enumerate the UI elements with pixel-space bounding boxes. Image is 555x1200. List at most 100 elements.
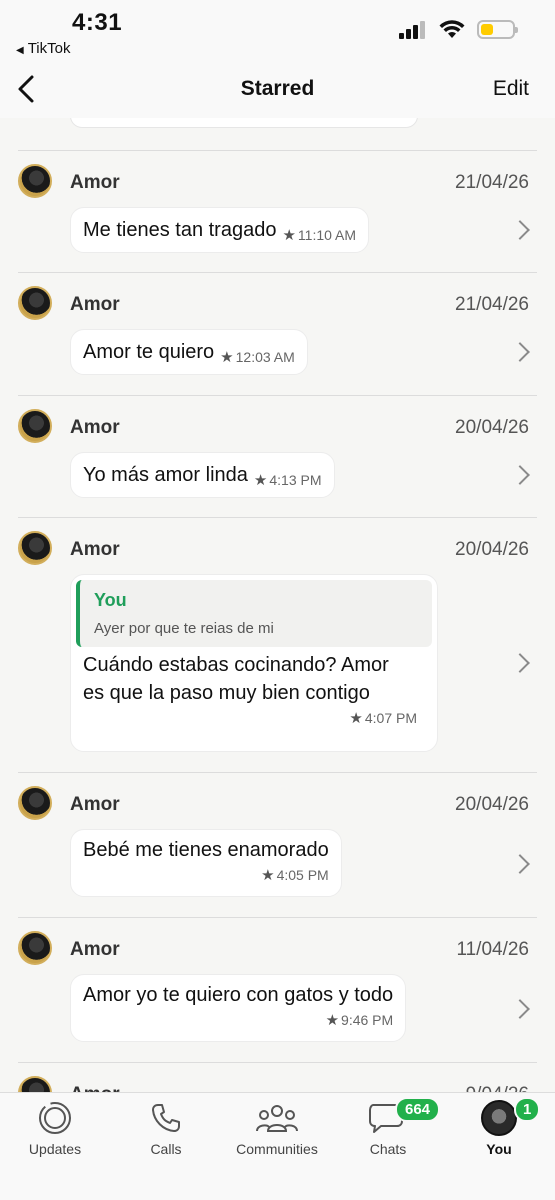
star-icon: ★ xyxy=(349,710,363,727)
message-time: 4:07 PM xyxy=(364,710,417,726)
message-text-line-2: es que la paso muy bien contigo xyxy=(83,682,370,704)
message-bubble[interactable]: Amor te quiero ★ 12:03 AM xyxy=(70,329,308,375)
starred-message-row[interactable]: Amor 21/04/26 Me tienes tan tragado ★ 11:… xyxy=(0,150,555,272)
starred-message-row[interactable]: Amor 20/04/26 Yo más amor linda ★ 4:13 PM xyxy=(0,395,555,517)
page-title: Starred xyxy=(240,77,315,100)
star-icon: ★ xyxy=(253,472,268,489)
back-app-label: TikTok xyxy=(27,40,71,57)
star-icon: ★ xyxy=(261,867,275,884)
message-bubble[interactable]: Yo más amor linda ★ 4:13 PM xyxy=(70,452,335,498)
message-date: 20/04/26 xyxy=(455,794,529,815)
chevron-right-icon[interactable] xyxy=(510,854,530,874)
tab-bar: Updates Calls Communities Chats 664 You … xyxy=(0,1092,555,1200)
message-date: 11/04/26 xyxy=(456,939,529,960)
message-text: Me tienes tan tragado xyxy=(83,219,277,241)
chevron-right-icon[interactable] xyxy=(510,220,530,240)
quote-text: Ayer por que te reias de mi xyxy=(94,620,274,637)
back-triangle-icon: ◀ xyxy=(16,45,24,56)
message-meta: ★ 12:03 AM xyxy=(220,348,295,366)
sender-name: Amor xyxy=(70,539,120,560)
tab-label: Calls xyxy=(150,1141,182,1157)
message-date: 20/04/26 xyxy=(455,417,529,438)
tab-you[interactable]: You 1 xyxy=(444,1097,554,1157)
tab-label: You xyxy=(486,1141,512,1157)
unread-count-badge: 664 xyxy=(395,1097,441,1122)
message-text: Amor te quiero xyxy=(83,341,215,363)
sender-name: Amor xyxy=(70,294,120,315)
message-text: Yo más amor linda xyxy=(83,464,248,486)
avatar xyxy=(18,286,52,320)
starred-message-row[interactable]: Amor 9/04/26 xyxy=(0,1062,555,1092)
message-bubble[interactable]: Me tienes tan tragado ★ 11:10 AM xyxy=(70,207,370,253)
starred-message-row[interactable]: Amor 20/04/26 Bebé me tienes enamorado ★… xyxy=(0,772,555,917)
starred-message-row[interactable]: Amor 11/04/26 Amor yo te quiero con gato… xyxy=(0,917,555,1062)
avatar xyxy=(18,409,52,443)
star-icon: ★ xyxy=(282,227,296,244)
updates-icon xyxy=(39,1102,71,1134)
sender-name: Amor xyxy=(70,1084,120,1092)
message-meta: ★ 11:10 AM xyxy=(282,226,356,244)
chevron-right-icon[interactable] xyxy=(510,999,530,1019)
battery-icon xyxy=(477,20,518,39)
sender-name: Amor xyxy=(70,794,120,815)
tab-label: Updates xyxy=(28,1141,82,1157)
chevron-right-icon[interactable] xyxy=(510,342,530,362)
message-date: 21/04/26 xyxy=(455,294,529,315)
signal-icon xyxy=(399,20,425,39)
tab-calls[interactable]: Calls xyxy=(111,1099,221,1157)
edit-button[interactable]: Edit xyxy=(493,77,529,101)
star-icon: ★ xyxy=(220,349,234,366)
avatar xyxy=(18,164,52,198)
message-date: 9/04/26 xyxy=(466,1084,529,1092)
tab-communities[interactable]: Communities xyxy=(222,1099,332,1157)
notification-badge: 1 xyxy=(514,1097,541,1122)
message-bubble[interactable]: Bebé me tienes enamorado ★ 4:05 PM xyxy=(70,829,342,897)
phone-icon xyxy=(152,1104,180,1132)
sender-name: Amor xyxy=(70,417,120,438)
message-time: 4:13 PM xyxy=(269,472,322,488)
status-icons xyxy=(399,20,518,39)
tab-label: Communities xyxy=(236,1141,318,1157)
message-text: Amor yo te quiero con gatos y todo xyxy=(83,984,394,1006)
battery-level xyxy=(481,24,493,35)
message-time: 9:46 PM xyxy=(341,1012,394,1028)
message-bubble[interactable]: Amor yo te quiero con gatos y todo ★ 9:46… xyxy=(70,974,407,1042)
back-to-app-link[interactable]: ◀ TikTok xyxy=(16,40,70,57)
message-text-line-1: Cuándo estabas cocinando? Amor xyxy=(83,654,389,676)
message-meta: ★ 4:05 PM xyxy=(83,866,329,884)
avatar xyxy=(18,1076,52,1092)
avatar xyxy=(18,786,52,820)
starred-messages-list[interactable]: Amor 21/04/26 Me tienes tan tragado ★ 11:… xyxy=(0,118,555,1092)
chevron-right-icon[interactable] xyxy=(510,653,530,673)
tab-chats[interactable]: Chats 664 xyxy=(333,1097,443,1157)
message-meta: ★ 9:46 PM xyxy=(83,1011,394,1029)
message-time: 11:10 AM xyxy=(297,227,357,243)
avatar xyxy=(18,531,52,565)
message-bubble[interactable]: You Ayer por que te reias de mi Cuándo e… xyxy=(70,574,438,752)
profile-avatar xyxy=(481,1100,517,1136)
message-meta: ★ 4:07 PM xyxy=(83,709,425,727)
chevron-right-icon[interactable] xyxy=(510,465,530,485)
message-date: 20/04/26 xyxy=(455,539,529,560)
message-time: 4:05 PM xyxy=(276,867,329,883)
communities-icon xyxy=(256,1105,298,1132)
tab-updates[interactable]: Updates xyxy=(0,1099,110,1157)
star-icon: ★ xyxy=(325,1012,340,1029)
message-date: 21/04/26 xyxy=(455,172,529,193)
tab-label: Chats xyxy=(369,1141,407,1157)
sender-name: Amor xyxy=(70,939,120,960)
message-meta: ★ 4:13 PM xyxy=(254,471,322,489)
message-bubble-partial[interactable] xyxy=(70,118,418,128)
nav-header: Starred Edit xyxy=(0,62,555,118)
wifi-icon xyxy=(439,20,465,38)
avatar xyxy=(18,931,52,965)
status-time: 4:31 xyxy=(72,9,123,36)
quote-author: You xyxy=(94,590,127,610)
sender-name: Amor xyxy=(70,172,120,193)
message-time: 12:03 AM xyxy=(235,349,295,365)
quoted-message[interactable]: You Ayer por que te reias de mi xyxy=(76,580,432,647)
starred-message-row[interactable]: Amor 20/04/26 You Ayer por que te reias … xyxy=(0,517,555,772)
message-text: Bebé me tienes enamorado xyxy=(83,839,329,861)
starred-message-row[interactable]: Amor 21/04/26 Amor te quiero ★ 12:03 AM xyxy=(0,272,555,395)
status-bar: 4:31 ◀ TikTok xyxy=(0,0,555,62)
